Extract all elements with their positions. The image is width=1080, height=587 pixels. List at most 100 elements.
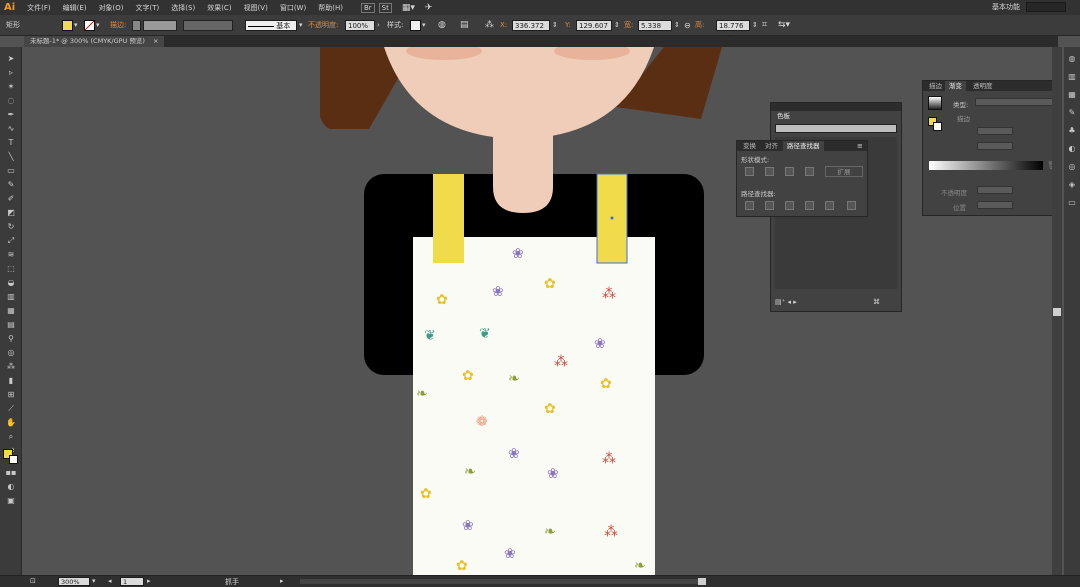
variable-width-profile[interactable] [183,20,233,31]
crop-button[interactable] [805,201,814,210]
reference-point-icon[interactable]: ⁂ [485,20,494,31]
tab-stroke[interactable]: 描边 [925,81,946,91]
warp-tool-icon[interactable]: ≋ [5,249,17,260]
y-stepper-icon[interactable]: ⇕ [614,20,620,31]
rotate-tool-icon[interactable]: ↻ [5,221,17,232]
slice-tool-icon[interactable]: ⟋ [5,403,17,414]
symbols-icon[interactable]: ♣ [1066,125,1078,136]
brush-dropdown-icon[interactable]: ▾ [299,20,303,31]
selection-tool-icon[interactable]: ➤ [5,53,17,64]
swatch-search-input[interactable] [775,124,897,133]
x-stepper-icon[interactable]: ⇕ [552,20,558,31]
zoom-field[interactable]: 300% [58,577,90,586]
stroke-weight-stepper[interactable] [132,20,141,31]
menu-view[interactable]: 视图(V) [238,3,274,13]
tab-transparency[interactable]: 透明度 [969,81,997,91]
send-icon[interactable]: ✈ [425,3,433,13]
fill-dropdown-icon[interactable]: ▾ [74,20,78,31]
width-field[interactable]: 5.338 mm [638,20,672,41]
menu-type[interactable]: 文字(T) [130,3,166,13]
workspace-switcher[interactable]: 基本功能 [992,2,1020,12]
stroke-color-box[interactable] [9,455,18,464]
tab-align[interactable]: 对齐 [761,141,782,151]
stock-button[interactable]: St [378,2,392,13]
horizontal-scrollbar[interactable] [300,579,700,584]
trim-button[interactable] [765,201,774,210]
tab-gradient[interactable]: 渐变 [945,81,966,91]
menu-help[interactable]: 帮助(H) [312,3,349,13]
swatches-dock-icon[interactable]: ▦ [1066,89,1078,100]
brush-definition-field[interactable]: 基本 [245,20,297,31]
artboard-tool-icon[interactable]: ⊞ [5,389,17,400]
color-panel-icon[interactable]: ◍ [1066,53,1078,64]
menu-object[interactable]: 对象(O) [93,3,130,13]
lasso-tool-icon[interactable]: ◌ [5,95,17,106]
gradient-angle-field[interactable] [977,127,1013,135]
menu-window[interactable]: 窗口(W) [274,3,312,13]
stroke-dropdown-icon[interactable]: ▾ [96,20,100,31]
menu-select[interactable]: 选择(S) [165,3,201,13]
graphic-style-swatch[interactable] [410,20,421,31]
swatch-options-icon[interactable]: ⌘ [873,298,880,306]
constrain-proportions-icon[interactable]: ⊖ [684,20,691,31]
horizontal-scrollbar-thumb[interactable] [698,578,706,585]
bridge-button[interactable]: Br [360,2,375,13]
screen-mode-icon[interactable]: ▣ [5,495,17,506]
stop-location-field[interactable] [977,201,1013,209]
recolor-icon[interactable]: ◍ [438,20,446,31]
tab-pathfinder[interactable]: 路径查找器 [783,141,824,151]
gradient-type-dropdown[interactable] [975,98,1057,106]
rectangle-tool-icon[interactable]: ▭ [5,165,17,176]
direct-selection-tool-icon[interactable]: ▹ [5,67,17,78]
stroke-weight-field[interactable] [143,20,177,31]
perspective-grid-tool-icon[interactable]: ▥ [5,291,17,302]
drawing-mode-icon[interactable]: ◐ [5,481,17,492]
free-transform-tool-icon[interactable]: ⬚ [5,263,17,274]
swatches-panel-title[interactable]: 色板 [773,111,794,121]
gradient-aspect-field[interactable] [977,142,1013,150]
y-field[interactable]: 129.607 [576,20,612,31]
isolate-icon[interactable]: ⇆▾ [778,20,790,31]
color-mode-icon[interactable]: ▪▪ [5,467,17,478]
align-to-icon[interactable]: ▤ [460,20,469,31]
shape-builder-tool-icon[interactable]: ◒ [5,277,17,288]
divide-button[interactable] [745,201,754,210]
status-menu-icon[interactable]: ▸ [280,577,284,585]
magic-wand-tool-icon[interactable]: ✶ [5,81,17,92]
minus-front-button[interactable] [765,167,774,176]
stroke-swatch[interactable] [84,20,95,31]
search-input[interactable] [1026,2,1066,12]
shaper-tool-icon[interactable]: ✐ [5,193,17,204]
menu-edit[interactable]: 编辑(E) [57,3,93,13]
brushes-icon[interactable]: ✎ [1066,107,1078,118]
height-stepper-icon[interactable]: ⇕ [752,20,758,31]
eraser-tool-icon[interactable]: ◩ [5,207,17,218]
color-guide-icon[interactable]: ▥ [1066,71,1078,82]
graphic-styles-icon[interactable]: ◐ [1066,143,1078,154]
panel-menu-icon[interactable]: ≡ [857,142,863,150]
outline-button[interactable] [825,201,834,210]
merge-button[interactable] [785,201,794,210]
artboard-number-field[interactable]: 1 [120,577,144,586]
x-field[interactable]: 336.372 [512,20,550,31]
gradient-slider[interactable] [929,161,1043,170]
artboards-icon[interactable]: ▭ [1066,197,1078,208]
unite-button[interactable] [745,167,754,176]
style-dropdown-icon[interactable]: ▾ [422,20,426,31]
type-tool-icon[interactable]: T [5,137,17,148]
menu-file[interactable]: 文件(F) [21,3,57,13]
width-stepper-icon[interactable]: ⇕ [674,20,680,31]
eyedropper-tool-icon[interactable]: ⚲ [5,333,17,344]
blend-tool-icon[interactable]: ◎ [5,347,17,358]
transform-icon[interactable]: ⌗ [762,20,767,31]
close-icon[interactable]: × [153,37,158,45]
menu-effect[interactable]: 效果(C) [201,3,237,13]
column-graph-tool-icon[interactable]: ▮ [5,375,17,386]
height-field[interactable]: 18.776 mm [716,20,750,41]
symbol-sprayer-tool-icon[interactable]: ⁂ [5,361,17,372]
zoom-tool-icon[interactable]: ⌕ [5,431,17,442]
tab-document[interactable]: 未标题-1* @ 300% (CMYK/GPU 预览) × [24,36,165,47]
expand-button[interactable]: 扩展 [825,166,863,177]
gradient-stroke-box[interactable] [933,122,942,131]
opacity-field[interactable]: 100% [345,20,375,31]
